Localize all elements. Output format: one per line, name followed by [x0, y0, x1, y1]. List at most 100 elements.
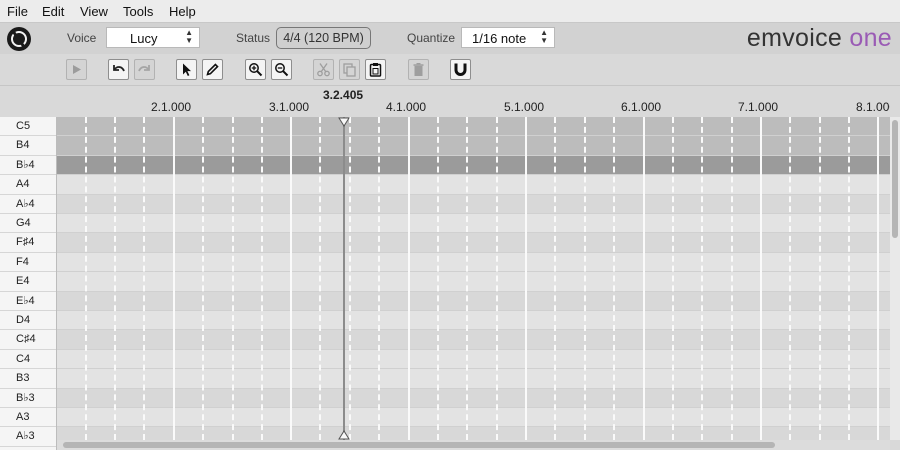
beat-line [554, 117, 556, 440]
bar-label: 8.1.000 [856, 100, 890, 114]
grid-row [57, 427, 890, 440]
zoom-in-button[interactable] [245, 59, 266, 80]
key-e4[interactable]: E4 [0, 272, 56, 292]
bar-line [525, 117, 527, 440]
delete-button[interactable] [408, 59, 429, 80]
bar-line [173, 117, 175, 440]
key-a3[interactable]: A3 [0, 408, 56, 428]
undo-icon [113, 65, 125, 72]
horizontal-scrollbar[interactable] [57, 440, 890, 450]
key-d4[interactable]: D4 [0, 311, 56, 331]
grid-row [57, 175, 890, 195]
key-ab3[interactable]: A♭3 [0, 427, 56, 447]
brand-accent: one [849, 24, 892, 52]
key-c5[interactable]: C5 [0, 117, 56, 137]
paste-button[interactable] [365, 59, 386, 80]
beat-line [496, 117, 498, 440]
playhead-top-marker-icon[interactable] [338, 117, 350, 127]
key-a4[interactable]: A4 [0, 175, 56, 195]
grid-row [57, 272, 890, 292]
menu-bar: File Edit View Tools Help [0, 0, 900, 23]
key-b4[interactable]: B4 [0, 136, 56, 156]
timeline-ruler[interactable]: 2.1.000 3.1.000 4.1.000 5.1.000 6.1.000 … [57, 87, 890, 118]
beat-line [114, 117, 116, 440]
key-eb4[interactable]: E♭4 [0, 292, 56, 311]
menu-file[interactable]: File [7, 4, 28, 19]
key-c4[interactable]: C4 [0, 350, 56, 370]
copy-button[interactable] [339, 59, 360, 80]
pencil-tool-button[interactable] [202, 59, 223, 80]
pencil-icon [206, 63, 219, 76]
beat-line [378, 117, 380, 440]
grid-row [57, 311, 890, 331]
bar-label: 4.1.000 [386, 100, 427, 114]
quantize-label: Quantize [407, 31, 456, 45]
grid-row [57, 117, 890, 137]
bar-label: 7.1.000 [738, 100, 779, 114]
grid-row [57, 136, 890, 156]
bar-line [643, 117, 645, 440]
beat-line [613, 117, 615, 440]
grid-row [57, 349, 890, 370]
vertical-scroll-thumb[interactable] [892, 120, 898, 238]
key-fs4[interactable]: F♯4 [0, 233, 56, 253]
bar-line [760, 117, 762, 440]
piano-roll-grid[interactable] [57, 117, 890, 440]
menu-edit[interactable]: Edit [42, 4, 64, 19]
key-bb3[interactable]: B♭3 [0, 389, 56, 408]
bar-label: 6.1.000 [621, 100, 662, 114]
quantize-value: 1/16 note [472, 31, 527, 46]
magnet-icon [454, 63, 467, 76]
key-cs4[interactable]: C♯4 [0, 330, 56, 350]
key-g4[interactable]: G4 [0, 214, 56, 234]
menu-view[interactable]: View [80, 4, 108, 19]
select-arrows-icon: ▲ ▼ [540, 28, 548, 45]
key-f4[interactable]: F4 [0, 253, 56, 273]
redo-icon [138, 65, 150, 72]
menu-tools[interactable]: Tools [123, 4, 153, 19]
brand-main: emvoice [746, 24, 843, 52]
cut-button[interactable] [313, 59, 334, 80]
redo-button[interactable] [134, 59, 155, 80]
key-ab4[interactable]: A♭4 [0, 195, 56, 214]
status-display[interactable]: 4/4 (120 BPM) [276, 27, 371, 49]
menu-help[interactable]: Help [169, 4, 196, 19]
beat-line [466, 117, 468, 440]
beat-line [848, 117, 850, 440]
playhead-position-label: 3.2.405 [323, 88, 364, 102]
beat-line [202, 117, 204, 440]
play-button[interactable] [66, 59, 87, 80]
bar-label: 3.1.000 [269, 100, 310, 114]
scissors-icon [317, 63, 330, 77]
playhead-bottom-marker-icon[interactable] [338, 430, 350, 440]
grid-row [57, 214, 890, 234]
beat-line [701, 117, 703, 440]
grid-row [57, 330, 890, 350]
horizontal-scroll-thumb[interactable] [63, 442, 775, 448]
beat-line [437, 117, 439, 440]
select-tool-button[interactable] [176, 59, 197, 80]
key-bb4[interactable]: B♭4 [0, 156, 56, 176]
grid-row [57, 233, 890, 253]
key-b3[interactable]: B3 [0, 369, 56, 389]
undo-button[interactable] [108, 59, 129, 80]
playhead[interactable] [343, 117, 345, 440]
beat-line [731, 117, 733, 440]
zoom-out-icon [275, 63, 289, 77]
vertical-scrollbar[interactable] [890, 117, 900, 440]
voice-select[interactable]: Lucy ▲ ▼ [106, 27, 200, 48]
zoom-out-button[interactable] [271, 59, 292, 80]
bar-label: 2.1.000 [151, 100, 192, 114]
grid-row [57, 369, 890, 389]
quantize-select[interactable]: 1/16 note ▲ ▼ [461, 27, 555, 48]
clipboard-icon [369, 63, 382, 77]
voice-label: Voice [67, 31, 97, 45]
beat-line [789, 117, 791, 440]
cursor-arrow-icon [183, 63, 191, 76]
settings-bar: Voice Lucy ▲ ▼ Status 4/4 (120 BPM) Quant… [0, 23, 900, 54]
bar-line [408, 117, 410, 440]
beat-line [819, 117, 821, 440]
snap-button[interactable] [450, 59, 471, 80]
status-label: Status [236, 31, 271, 45]
beat-line [349, 117, 351, 440]
